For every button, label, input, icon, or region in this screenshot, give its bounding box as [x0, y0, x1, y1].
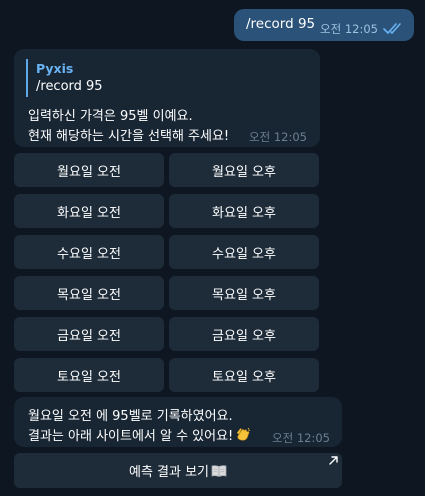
book-icon	[211, 464, 227, 477]
keyboard-button-tue-am[interactable]: 화요일 오전	[14, 194, 164, 228]
outgoing-message-text: /record 95	[246, 16, 316, 32]
open-link-arrow-icon	[329, 456, 338, 465]
keyboard-button-fri-pm[interactable]: 금요일 오후	[169, 317, 319, 351]
keyboard-button-wed-am[interactable]: 수요일 오전	[14, 235, 164, 269]
double-check-icon	[383, 23, 401, 34]
reply-line-2: 현재 해당하는 시간을 선택해 주세요!	[28, 129, 230, 144]
keyboard-button-wed-pm[interactable]: 수요일 오후	[169, 235, 319, 269]
bot-result-message[interactable]: 월요일 오전 에 95벨로 기록하였어요. 결과는 아래 사이트에서 알 수 있…	[14, 397, 342, 447]
outgoing-message-time: 오전 12:05	[320, 22, 378, 36]
keyboard-button-tue-pm[interactable]: 화요일 오후	[169, 194, 319, 228]
reply-time: 오전 12:05	[249, 130, 307, 144]
clapping-hands-icon	[236, 427, 251, 441]
keyboard-button-thu-pm[interactable]: 목요일 오후	[169, 276, 319, 310]
keyboard-button-sat-am[interactable]: 토요일 오전	[14, 358, 164, 392]
keyboard-button-thu-am[interactable]: 목요일 오전	[14, 276, 164, 310]
result-time: 오전 12:05	[272, 431, 330, 445]
keyboard-button-mon-pm[interactable]: 월요일 오후	[169, 153, 319, 187]
quote-sender-name: Pyxis	[36, 61, 74, 76]
keyboard-button-mon-am[interactable]: 월요일 오전	[14, 153, 164, 187]
reply-quote[interactable]: Pyxis /record 95	[26, 59, 156, 97]
result-line-1: 월요일 오전 에 95벨로 기록하였어요.	[28, 409, 233, 424]
outgoing-message[interactable]: /record 95 오전 12:05	[234, 9, 414, 41]
quote-text: /record 95	[36, 79, 103, 94]
result-line-2-wrap: 결과는 아래 사이트에서 알 수 있어요!	[28, 425, 251, 444]
prediction-result-link-button[interactable]: 예측 결과 보기	[14, 453, 342, 488]
keyboard-button-fri-am[interactable]: 금요일 오전	[14, 317, 164, 351]
prediction-result-link-label: 예측 결과 보기	[128, 465, 210, 480]
reply-line-1: 입력하신 가격은 95벨 이예요.	[28, 109, 193, 124]
keyboard-button-sat-pm[interactable]: 토요일 오후	[169, 358, 319, 392]
result-line-2: 결과는 아래 사이트에서 알 수 있어요!	[28, 429, 234, 444]
bot-reply-message[interactable]: Pyxis /record 95 입력하신 가격은 95벨 이예요. 현재 해당…	[14, 49, 320, 147]
